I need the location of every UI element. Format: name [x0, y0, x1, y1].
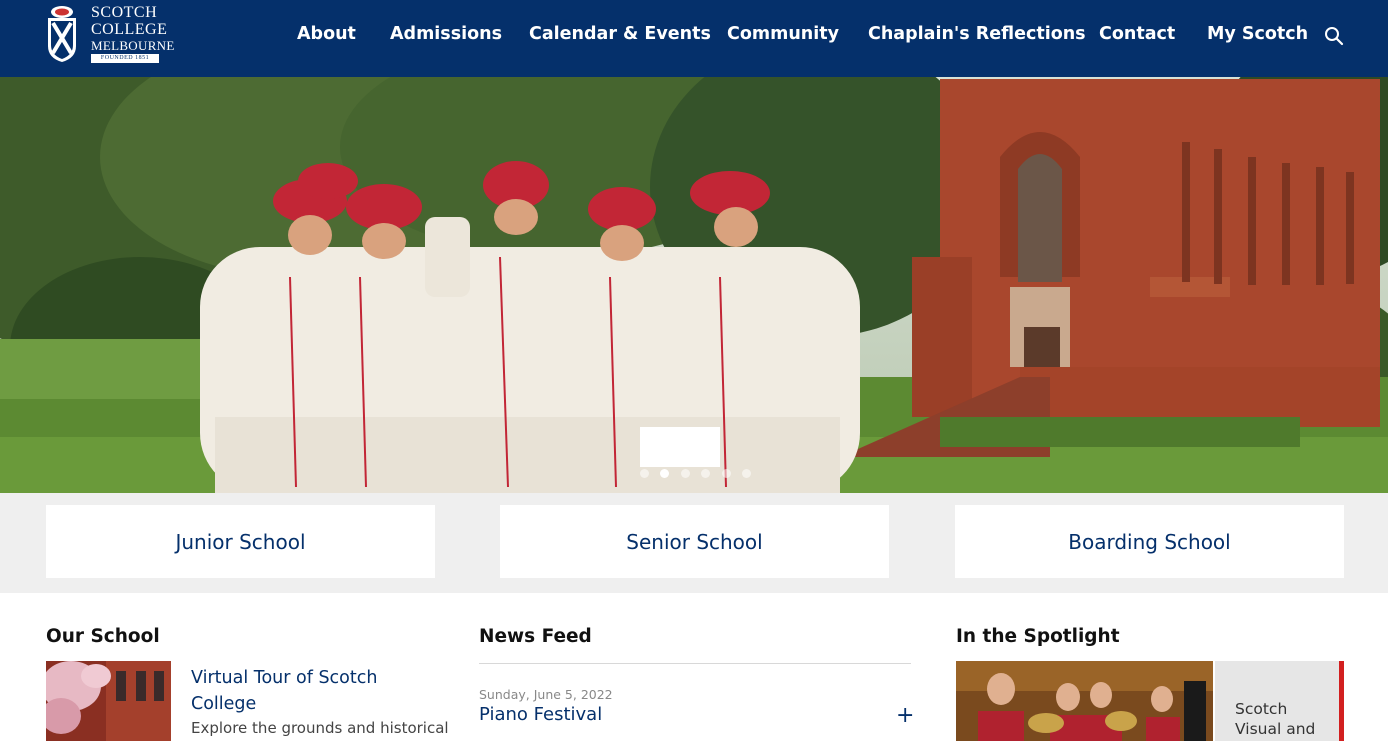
- junior-school-link[interactable]: Junior School: [46, 505, 435, 578]
- expand-plus-icon[interactable]: +: [896, 703, 914, 728]
- search-icon[interactable]: [1324, 26, 1344, 46]
- logo-founded: FOUNDED 1851: [91, 54, 159, 63]
- spotlight-photo[interactable]: [956, 661, 1213, 741]
- nav-admissions[interactable]: Admissions: [390, 24, 502, 44]
- carousel-dot-5[interactable]: [722, 469, 731, 478]
- site-logo[interactable]: SCOTCH COLLEGE MELBOURNE FOUNDED 1851: [44, 4, 175, 64]
- nav-chaplains-reflections[interactable]: Chaplain's Reflections: [868, 24, 1086, 44]
- spotlight-card[interactable]: Scotch Visual and: [1215, 661, 1339, 741]
- crest-icon: [48, 6, 76, 62]
- logo-line-1: SCOTCH: [91, 4, 158, 21]
- hero-carousel[interactable]: [0, 77, 1388, 493]
- boarding-school-link[interactable]: Boarding School: [955, 505, 1344, 578]
- virtual-tour-description: Explore the grounds and historical: [191, 719, 449, 737]
- news-divider: [479, 663, 911, 664]
- nav-my-scotch[interactable]: My Scotch: [1207, 24, 1308, 44]
- carousel-dot-1[interactable]: [640, 469, 649, 478]
- virtual-tour-thumbnail[interactable]: [46, 661, 171, 741]
- our-school-heading: Our School: [46, 626, 160, 647]
- nav-about[interactable]: About: [297, 24, 356, 44]
- nav-calendar-events[interactable]: Calendar & Events: [529, 24, 711, 44]
- carousel-dot-4[interactable]: [701, 469, 710, 478]
- news-item-date: Sunday, June 5, 2022: [479, 687, 613, 702]
- spotlight-image: [956, 661, 1213, 741]
- nav-contact[interactable]: Contact: [1099, 24, 1175, 44]
- school-links-band: Junior School Senior School Boarding Sch…: [0, 493, 1388, 593]
- hero-photo: [0, 77, 1388, 493]
- logo-line-3: MELBOURNE: [91, 38, 175, 53]
- senior-school-link[interactable]: Senior School: [500, 505, 889, 578]
- carousel-dot-6[interactable]: [742, 469, 751, 478]
- site-header: SCOTCH COLLEGE MELBOURNE FOUNDED 1851 Ab…: [0, 0, 1388, 77]
- virtual-tour-link[interactable]: Virtual Tour of Scotch College: [191, 665, 431, 717]
- nav-community[interactable]: Community: [727, 24, 839, 44]
- logo-wordmark: SCOTCH COLLEGE MELBOURNE FOUNDED 1851: [91, 4, 175, 63]
- logo-line-2: COLLEGE: [91, 21, 168, 38]
- news-item-title[interactable]: Piano Festival: [479, 704, 602, 725]
- spotlight-heading: In the Spotlight: [956, 626, 1120, 647]
- spotlight-card-text: Scotch Visual and: [1235, 700, 1316, 738]
- virtual-tour-image: [46, 661, 171, 741]
- spotlight-accent-bar: [1339, 661, 1344, 741]
- carousel-dot-3[interactable]: [681, 469, 690, 478]
- news-feed-heading: News Feed: [479, 626, 592, 647]
- carousel-dot-2[interactable]: [660, 469, 669, 478]
